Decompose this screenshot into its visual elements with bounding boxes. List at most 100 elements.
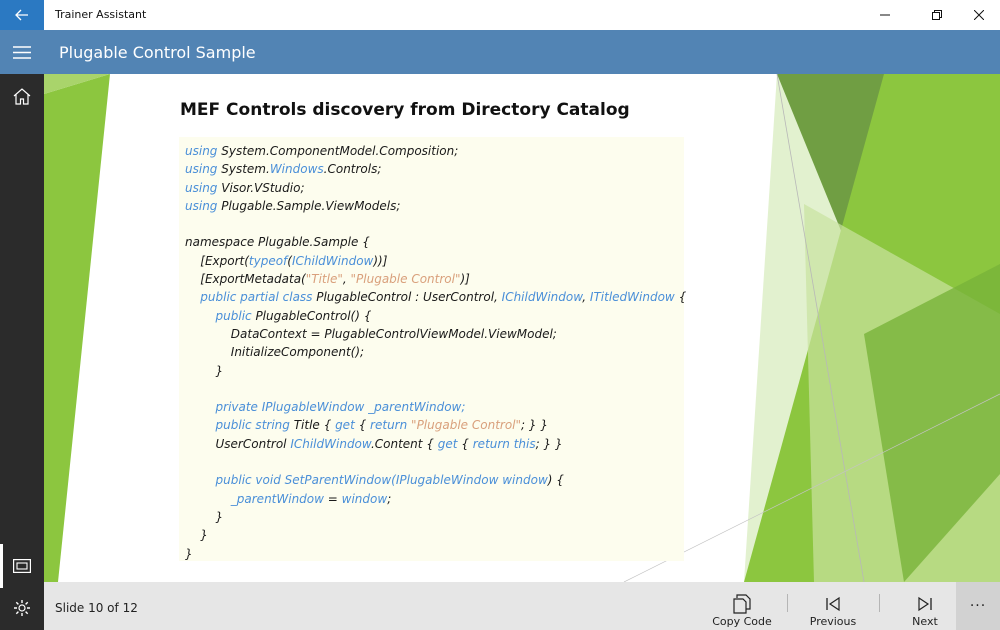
more-button[interactable]: ··· [956,582,1000,630]
code-token: using [185,180,218,195]
code-token: typeof [248,253,288,268]
hamburger-icon [13,45,31,59]
code-token: return this [472,436,536,451]
code-token: } [185,363,224,378]
code-token: IChildWindow [291,253,374,268]
code-token: )] [460,272,470,287]
code-token: = [323,491,342,506]
code-line: UserControl IChildWindow.Content { get {… [185,437,563,451]
previous-button[interactable]: Previous [796,582,870,630]
code-line: [Export(typeof(IChildWindow))] [185,254,387,268]
next-button[interactable]: Next [888,582,962,630]
code-line: InitializeComponent(); [185,345,364,359]
code-token: _parentWindow [230,491,324,506]
code-line: _parentWindow = window; [185,492,391,506]
slides-button[interactable] [0,544,44,588]
code-token: System. [217,162,270,177]
code-token: private IPlugableWindow _parentWindow; [215,400,466,415]
more-icon: ··· [969,598,987,614]
code-token: using [185,144,218,158]
restore-button[interactable] [914,0,960,30]
code-token: .Content { [370,436,438,451]
code-token: public string [215,418,290,433]
code-token: PlugableControl : UserControl, [312,290,502,305]
nav-pane [0,74,44,630]
code-token: get [437,436,458,451]
code-token: namespace Plugable.Sample { [185,235,370,250]
minimize-button[interactable] [862,0,908,30]
code-token: ; [387,491,392,506]
code-token: Visor.VStudio; [217,180,305,195]
code-text: using System.ComponentModel.Composition;… [185,142,686,563]
page-title: Plugable Control Sample [59,43,256,62]
settings-button[interactable] [0,586,44,630]
code-token: public void SetParentWindow( [215,473,396,488]
copy-icon [733,594,751,614]
code-token: ) { [547,473,564,488]
code-line: public void SetParentWindow(IPlugableWin… [185,473,564,487]
code-token: IChildWindow [501,290,583,305]
slide-canvas: MEF Controls discovery from Directory Ca… [44,74,1000,582]
slide-heading: MEF Controls discovery from Directory Ca… [180,100,630,120]
code-line: namespace Plugable.Sample { [185,235,370,249]
code-line: } [185,363,224,378]
code-line: using System.Windows.Controls; [185,162,381,176]
code-line: using Visor.VStudio; [185,181,305,195]
code-token: System.ComponentModel.Composition; [217,144,459,158]
code-token: , [582,290,590,305]
restore-icon [932,10,942,20]
code-token: Windows [269,162,324,177]
code-token: public [215,308,252,323]
separator [879,594,880,612]
app-title: Trainer Assistant [55,8,147,21]
code-line: public partial class PlugableControl : U… [185,290,686,304]
code-token: Title { [289,418,336,433]
code-token: ; } } [535,436,563,451]
code-line: using Plugable.Sample.ViewModels; [185,199,400,213]
presentation-icon [13,559,31,573]
code-line: using System.ComponentModel.Composition; [185,144,458,158]
skip-back-icon [826,596,840,612]
copy-code-label: Copy Code [712,615,772,628]
previous-label: Previous [809,615,857,628]
code-token: UserControl [185,436,291,451]
code-line: } [185,547,193,561]
code-token: } [185,509,224,524]
minimize-icon [880,14,890,16]
code-token: ))] [373,253,388,268]
code-token: DataContext = PlugableControlViewModel.V… [185,326,557,341]
separator [787,594,788,612]
code-line: [ExportMetadata("Title", "Plugable Contr… [185,272,470,286]
code-token: ; } } [521,418,548,433]
code-token: IChildWindow [290,436,371,451]
back-button[interactable] [0,0,44,30]
code-line: private IPlugableWindow _parentWindow; [185,400,466,415]
code-token: , [342,272,351,287]
code-token: "Plugable Control" [350,272,461,287]
code-token: get [335,418,355,433]
code-token: { [674,290,687,305]
code-token: "Plugable Control" [411,418,522,433]
code-line: } [185,528,208,542]
close-icon [974,10,984,20]
close-button[interactable] [956,0,1000,30]
code-line: public string Title { get { return "Plug… [185,418,548,432]
code-token: ITitledWindow [589,290,675,305]
code-token: using [185,162,218,177]
code-token: "Title" [305,272,343,287]
gear-icon [14,600,30,616]
copy-code-button[interactable]: Copy Code [704,582,780,630]
code-block: using System.ComponentModel.Composition;… [179,137,686,563]
home-button[interactable] [0,74,44,118]
code-token: [ExportMetadata( [185,272,306,287]
code-token: PlugableControl() { [251,308,372,323]
command-bar: Slide 10 of 12 Copy Code Previous Next ·… [44,582,1000,630]
menu-button[interactable] [0,30,44,74]
next-label: Next [912,615,938,628]
code-token: { [354,418,371,433]
